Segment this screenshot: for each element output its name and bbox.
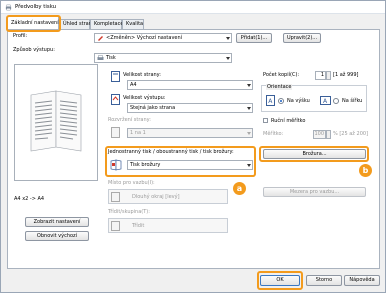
tab-page-setup[interactable]: Úhled strany [59, 19, 95, 29]
duplex-select[interactable]: Tisk brožury [127, 160, 253, 170]
binding-icon [111, 192, 120, 202]
page-size-label: Velikost strany: [123, 72, 161, 78]
chevron-down-icon [247, 164, 251, 167]
printer-icon [5, 4, 12, 11]
chevron-down-icon [247, 84, 251, 87]
page-layout-select[interactable]: 1 na 1 [127, 128, 253, 138]
page-preview [14, 64, 98, 181]
chevron-down-icon [247, 132, 251, 135]
stapling-box [108, 218, 228, 233]
callout-badge-a: a [233, 182, 246, 195]
chevron-down-icon [247, 107, 251, 110]
help-button[interactable]: Nápověda [344, 275, 380, 286]
callout-badge-b: b [359, 164, 372, 177]
scale-label: Měřítko: [263, 131, 284, 137]
booklet-preview-image [30, 90, 82, 152]
page-layout-icon [111, 127, 120, 138]
portrait-icon: A [266, 95, 275, 106]
page-layout-value: 1 na 1 [130, 130, 146, 136]
portrait-label: Na výšku [287, 98, 310, 104]
title-bar: Předvolby tisku [1, 1, 385, 14]
landscape-icon: A [320, 96, 331, 105]
page-size-value: A4 [130, 82, 137, 88]
scale-input[interactable]: 100 [313, 130, 326, 139]
copies-input[interactable]: 1 [315, 71, 326, 80]
profile-select[interactable]: <Změněn> Výchozí nastavení [94, 33, 232, 43]
orientation-label: Orientace [266, 84, 293, 90]
stapling-label: Třídit/skupina(T): [108, 209, 150, 215]
chevron-down-icon [226, 37, 230, 40]
copies-label: Počet kopií(C): [263, 72, 300, 78]
manual-scaling-label: Ruční měřítko [271, 118, 306, 124]
copies-range: [1 až 999] [333, 72, 359, 78]
tab-quality[interactable]: Kvalita [122, 19, 144, 29]
pencil-icon [98, 36, 103, 41]
portrait-radio[interactable] [278, 98, 284, 104]
window-title: Předvolby tisku [15, 4, 57, 10]
page-size-select[interactable]: A4 [127, 80, 253, 90]
scale-range: % [25 až 200] [333, 131, 369, 137]
duplex-label: Jednostranný tisk / oboustranný tisk / t… [108, 149, 234, 155]
output-size-icon [111, 94, 120, 105]
page-layout-label: Rozvržení strany: [108, 117, 151, 123]
print-preferences-window: Předvolby tisku Základní nastavení Úhled… [0, 0, 386, 293]
ok-button[interactable]: OK [260, 275, 300, 286]
landscape-radio[interactable] [333, 98, 339, 104]
chevron-down-icon [226, 57, 230, 60]
scale-stepper[interactable] [326, 130, 331, 139]
cancel-button[interactable]: Storno [306, 275, 342, 286]
tab-finishing[interactable]: Kompletace [90, 19, 123, 29]
profile-edit-button[interactable]: Upravit(2)... [283, 33, 321, 43]
booklet-icon [110, 159, 122, 171]
manual-scaling-checkbox[interactable] [263, 118, 268, 123]
profile-value: <Změněn> Výchozí nastavení [106, 35, 183, 41]
tab-highlight [6, 15, 61, 32]
profile-label: Profil: [13, 33, 28, 39]
gutter-button[interactable]: Mezera pro vazbu... [263, 187, 366, 197]
booklet-button[interactable]: Brožura... [263, 149, 366, 159]
show-settings-button[interactable]: Zobrazit nastavení [25, 217, 89, 227]
duplex-value: Tisk brožury [130, 162, 161, 168]
printer-icon [97, 55, 104, 60]
output-size-label: Velikost výstupu: [123, 95, 166, 101]
binding-location-value: Dlouhý okraj [levý] [132, 194, 180, 200]
landscape-label: Na šířku [342, 98, 363, 104]
preview-caption: A4 x2 -> A4 [14, 196, 45, 202]
restore-defaults-button[interactable]: Obnovit výchozí [25, 231, 89, 241]
output-method-label: Způsob výstupu: [13, 47, 55, 53]
binding-location-label: Místo pro vazbu(I): [108, 180, 155, 186]
output-method-select[interactable]: Tisk [94, 53, 232, 63]
output-method-value: Tisk [106, 55, 116, 61]
page-size-icon [111, 71, 120, 82]
output-size-select[interactable]: Stejná jako strana [127, 103, 253, 113]
output-size-value: Stejná jako strana [130, 105, 176, 111]
copies-stepper[interactable] [326, 71, 331, 80]
profile-add-button[interactable]: Přidat(1)... [236, 33, 272, 43]
stapling-value: Třídit [132, 223, 145, 229]
collate-icon [111, 221, 120, 231]
